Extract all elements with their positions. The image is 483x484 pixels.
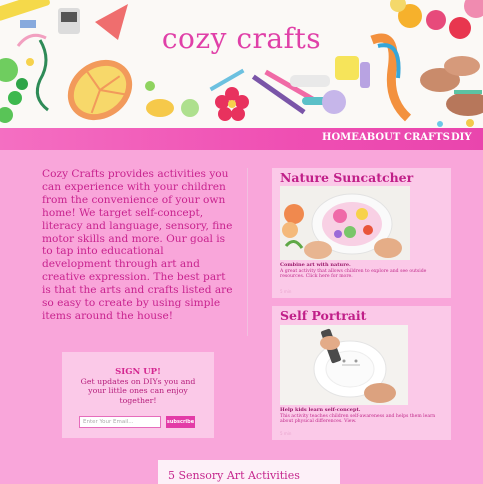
nav-crafts[interactable]: CRAFTS [404, 132, 450, 143]
signup-card: SIGN UP! Get updates on DIYs you and you… [62, 352, 214, 438]
suncatcher-photo[interactable] [280, 186, 410, 260]
nav-about[interactable]: ABOUT [359, 132, 400, 143]
teaser-card[interactable]: 5 Sensory Art Activities [158, 460, 340, 484]
card-caption-title: Help kids learn self-concept. [280, 407, 361, 413]
signup-description: Get updates on DIYs you and your little … [80, 377, 196, 405]
teaser-title[interactable]: 5 Sensory Art Activities [168, 469, 300, 482]
hero-banner: cozy crafts [0, 0, 483, 128]
card-meta: 5 min [280, 431, 292, 436]
article-card-self-portrait[interactable]: Self Portrait Help kids learn self-conce… [272, 306, 451, 440]
email-field[interactable] [79, 416, 161, 428]
card-caption-text[interactable]: This activity teaches children self-awar… [280, 414, 435, 425]
card-title[interactable]: Self Portrait [280, 308, 366, 323]
intro-paragraph: Cozy Crafts provides activities you can … [42, 168, 233, 322]
card-caption-title: Combine art with nature. [280, 262, 351, 268]
signup-title: SIGN UP! [115, 367, 161, 377]
crafts-banner-photo [0, 0, 483, 127]
subscribe-button[interactable]: subscribe [166, 416, 195, 428]
card-caption-text[interactable]: A great activity that allows children to… [280, 269, 426, 280]
card-caption: Help kids learn self-concept. This activ… [280, 407, 440, 425]
article-card-nature-suncatcher[interactable]: Nature Suncatcher Combine art with natur… [272, 168, 451, 298]
card-title[interactable]: Nature Suncatcher [280, 170, 413, 185]
nav-home[interactable]: HOME [322, 132, 359, 143]
main-nav: HOME ABOUT CRAFTS DIY [0, 128, 483, 150]
card-meta: 5 min [280, 289, 292, 294]
site-title: cozy crafts [161, 22, 322, 55]
self-portrait-photo[interactable] [280, 325, 408, 405]
column-divider [247, 168, 248, 336]
nav-diy[interactable]: DIY [451, 132, 472, 143]
card-caption: Combine art with nature. A great activit… [280, 262, 440, 280]
